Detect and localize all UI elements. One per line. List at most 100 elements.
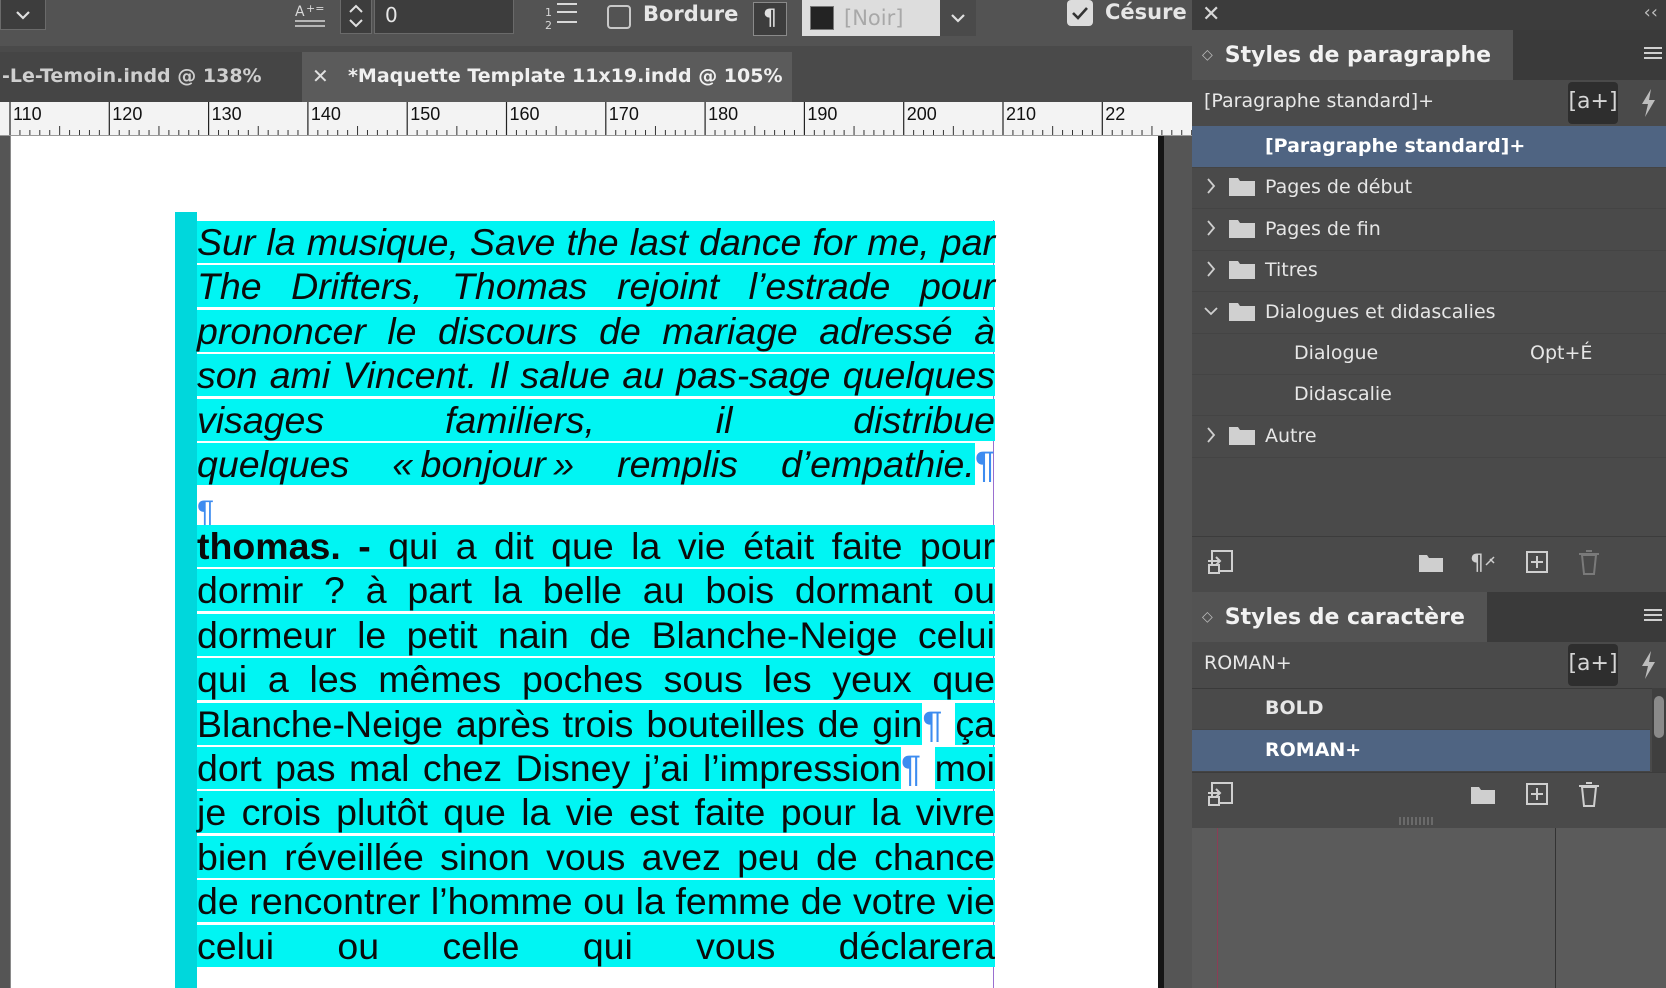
chevron-right-icon[interactable] — [1204, 259, 1218, 279]
tab-le-temoin[interactable]: -Le-Temoin.indd @ 138% — [0, 52, 304, 102]
numbered-list-icon[interactable]: 1 2 — [545, 0, 579, 32]
ruler-label: 210 — [1006, 104, 1036, 124]
ruler-label: 180 — [708, 104, 738, 124]
style-row[interactable]: [Paragraphe standard]+ — [1192, 126, 1666, 168]
new-style-from-override-button[interactable]: [a+] — [1568, 82, 1618, 124]
pilcrow-mark: ¶ — [922, 702, 943, 745]
style-group-row[interactable]: Pages de début — [1192, 167, 1666, 210]
pasteboard-area — [1192, 828, 1666, 988]
current-paragraph-style: [Paragraphe standard]+ [a+] — [1192, 80, 1666, 127]
document-tab-bar: -Le-Temoin.indd @ 138% ✕ *Maquette Templ… — [0, 46, 1192, 102]
value-field[interactable]: 0 — [374, 0, 514, 34]
value-stepper[interactable] — [340, 0, 372, 34]
tab-character-styles[interactable]: ◇ Styles de caractère — [1192, 592, 1487, 642]
text-frame[interactable]: Sur la musique, Save the last dance for … — [175, 212, 996, 988]
style-label: Dialogue — [1294, 342, 1379, 364]
panel-tabbar: ◇ Styles de paragraphe — [1192, 30, 1666, 80]
hyphenation-label: Césure — [1105, 0, 1187, 24]
guide-line — [1217, 828, 1218, 988]
delete-style-icon[interactable] — [1574, 547, 1604, 577]
color-dropdown-button[interactable] — [940, 0, 976, 36]
style-label: BOLD — [1265, 697, 1324, 719]
page-edge-shadow — [1158, 136, 1164, 988]
ruler-label: 120 — [112, 104, 142, 124]
collapse-panel-icon[interactable]: ‹‹ — [1644, 2, 1658, 23]
panel-tabbar: ◇ Styles de caractère — [1192, 592, 1666, 642]
pilcrow-mark: ¶ — [900, 747, 922, 790]
ruler-label: 170 — [609, 104, 639, 124]
create-new-style-icon[interactable] — [1522, 547, 1552, 577]
new-style-from-override-button[interactable]: [a+] — [1568, 644, 1618, 686]
color-swatch — [810, 6, 834, 30]
ruler-label: 130 — [212, 104, 242, 124]
panel-title: Styles de paragraphe — [1224, 42, 1492, 68]
border-checkbox[interactable] — [607, 5, 631, 29]
svg-text:1: 1 — [545, 6, 552, 19]
chevron-right-icon[interactable] — [1204, 176, 1218, 196]
scrollbar[interactable] — [1652, 688, 1666, 772]
document-canvas[interactable]: Sur la musique, Save the last dance for … — [0, 136, 1192, 988]
numbered-list-glyph: 1 2 — [545, 3, 577, 32]
chevron-right-icon[interactable] — [1204, 218, 1218, 238]
style-label: Autre — [1265, 424, 1317, 447]
styles-panel-dock: ✕ ‹‹ ◇ Styles de paragraphe [Paragraphe … — [1192, 0, 1666, 988]
style-group-row[interactable]: Autre — [1192, 416, 1666, 458]
current-style-name: [Paragraphe standard]+ — [1204, 90, 1435, 112]
hyphenation-checkbox[interactable] — [1067, 0, 1093, 26]
ruler-label: 160 — [510, 104, 540, 124]
style-row[interactable]: Dialogue Opt+É — [1192, 333, 1666, 375]
panel-dock-header: ✕ ‹‹ — [1192, 0, 1666, 31]
style-row[interactable]: Didascalie — [1192, 374, 1666, 417]
folder-icon — [1229, 219, 1255, 238]
style-group-row[interactable]: Titres — [1192, 250, 1666, 293]
ruler-label: 140 — [311, 104, 341, 124]
character-panel-footer — [1192, 772, 1666, 817]
chevron-down-icon — [16, 10, 30, 20]
panel-menu-icon[interactable] — [1644, 606, 1662, 624]
style-label: Pages de fin — [1265, 217, 1381, 240]
paragraph-narrative[interactable]: Sur la musique, Save the last dance for … — [197, 220, 995, 486]
ruler-ticks: 110 120 130 140 150 160 170 180 190 200 210 22 — [9, 102, 1192, 135]
control-bar: A += 0 1 2 Bordure ¶ [Noir] Césure — [0, 0, 1192, 46]
create-new-style-icon[interactable] — [1522, 779, 1552, 809]
paragraph-shading-button[interactable]: ¶ — [753, 2, 787, 36]
tab-close-icon[interactable]: ✕ — [312, 52, 329, 100]
panel-resize-grip[interactable] — [1398, 817, 1438, 825]
chevron-right-icon[interactable] — [1204, 425, 1218, 445]
paragraph-panel-footer: ¶ — [1192, 536, 1666, 587]
tab-paragraph-styles[interactable]: ◇ Styles de paragraphe — [1192, 30, 1514, 80]
tab-maquette-template[interactable]: ✕ *Maquette Template 11x19.indd @ 105% — [302, 52, 792, 102]
panel-tab-toggle-icon: ◇ — [1202, 609, 1213, 625]
style-label: Titres — [1265, 259, 1318, 282]
options-dropdown-button[interactable] — [0, 0, 46, 30]
quick-apply-lightning-icon[interactable] — [1638, 650, 1658, 680]
leading-a-icon: A += — [295, 2, 325, 27]
paragraph-styles-panel: ◇ Styles de paragraphe [Paragraphe stand… — [1192, 30, 1666, 587]
new-style-group-icon[interactable] — [1468, 779, 1498, 809]
horizontal-ruler[interactable]: 110 120 130 140 150 160 170 180 190 200 210 22 — [0, 102, 1192, 136]
style-shortcut: Opt+É — [1530, 342, 1593, 364]
style-group-row[interactable]: Pages de fin — [1192, 209, 1666, 251]
style-label: Dialogues et didascalies — [1265, 300, 1496, 323]
svg-text:+=: += — [306, 2, 324, 15]
new-style-group-icon[interactable] — [1416, 547, 1446, 577]
load-styles-icon[interactable] — [1206, 779, 1236, 809]
close-panel-icon[interactable]: ✕ — [1202, 2, 1220, 27]
style-group-row[interactable]: Dialogues et didascalies — [1192, 292, 1666, 334]
character-style-row[interactable]: BOLD — [1192, 688, 1650, 730]
paragraph-dialogue[interactable]: thomas. - qui a dit que la vie était fai… — [197, 524, 996, 968]
character-style-row[interactable]: ROMAN+ — [1192, 730, 1650, 772]
chevron-down-icon[interactable] — [1204, 301, 1218, 321]
delete-style-icon[interactable] — [1574, 779, 1604, 809]
load-styles-icon[interactable] — [1206, 547, 1236, 577]
leading-icon[interactable]: A += — [293, 0, 329, 30]
style-label: [Paragraphe standard]+ — [1265, 135, 1526, 157]
color-field[interactable]: [Noir] — [802, 0, 940, 36]
stepper-arrows-icon — [349, 4, 363, 28]
clear-overrides-icon[interactable]: ¶ — [1468, 547, 1498, 577]
style-label: ROMAN+ — [1265, 739, 1362, 761]
quick-apply-lightning-icon[interactable] — [1638, 88, 1658, 118]
border-label: Bordure — [643, 2, 739, 26]
panel-menu-icon[interactable] — [1644, 44, 1662, 62]
style-label: Didascalie — [1294, 383, 1392, 406]
